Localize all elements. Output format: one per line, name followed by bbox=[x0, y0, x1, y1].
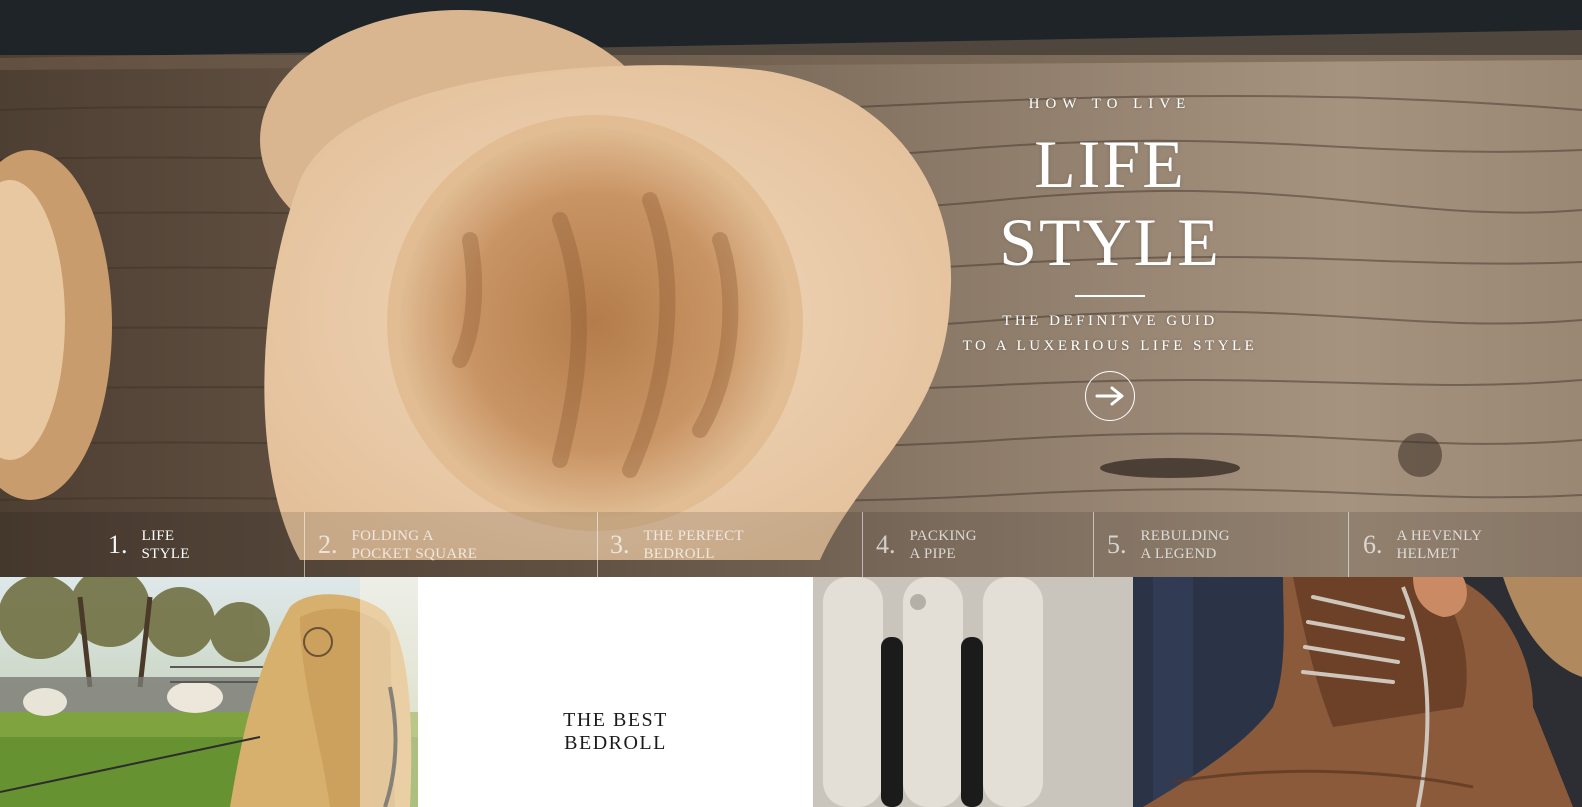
hero-title-line-1: LIFE bbox=[1034, 126, 1186, 202]
hero-title-line-2: STYLE bbox=[999, 204, 1221, 280]
chapter-label-line-2: POCKET SQUARE bbox=[351, 545, 478, 562]
chapter-number: 5. bbox=[1107, 529, 1127, 559]
chapter-item-pipe[interactable]: 4. PACKING A PIPE bbox=[876, 512, 977, 577]
arrow-right-icon bbox=[1095, 386, 1124, 406]
hero-subtitle-line-1: THE DEFINITVE GUID bbox=[1002, 313, 1218, 329]
chapter-item-pocket-square[interactable]: 2. FOLDING A POCKET SQUARE bbox=[318, 512, 477, 577]
chapter-label-line-1: PACKING bbox=[909, 527, 977, 544]
chapter-label-line-2: BEDROLL bbox=[643, 545, 715, 562]
best-bedroll-heading-line-1: THE BEST bbox=[563, 709, 668, 731]
chapter-label: FOLDING A POCKET SQUARE bbox=[352, 527, 478, 563]
hero-next-button[interactable] bbox=[1085, 371, 1135, 421]
chapter-number: 6. bbox=[1363, 529, 1383, 559]
chapter-label-line-1: LIFE bbox=[141, 527, 175, 544]
chapter-label: A HEVENLY HELMET bbox=[1397, 527, 1483, 563]
best-bedroll-tile[interactable]: THE BEST BEDROLL bbox=[418, 577, 813, 807]
hero-title: LIFE STYLE bbox=[930, 125, 1290, 281]
hero-background-image bbox=[0, 0, 1582, 577]
chapter-divider bbox=[304, 512, 305, 577]
chapter-divider bbox=[1093, 512, 1094, 577]
hero-banner: HOW TO LIVE LIFE STYLE THE DEFINITVE GUI… bbox=[0, 0, 1582, 577]
chapter-label-line-2: HELMET bbox=[1396, 545, 1460, 562]
chapter-label-line-2: STYLE bbox=[141, 545, 190, 562]
chapter-divider bbox=[862, 512, 863, 577]
hero-subtitle: THE DEFINITVE GUID TO A LUXERIOUS LIFE S… bbox=[930, 309, 1290, 359]
chapter-number: 1. bbox=[108, 529, 128, 559]
chapter-divider bbox=[597, 512, 598, 577]
boots-photo-tile[interactable] bbox=[813, 577, 1582, 807]
chapter-number: 3. bbox=[610, 529, 630, 559]
hero-subtitle-line-2: TO A LUXERIOUS LIFE STYLE bbox=[962, 338, 1258, 354]
chapter-item-bedroll[interactable]: 3. THE PERFECT BEDROLL bbox=[610, 512, 744, 577]
chapter-label-line-1: REBULDING bbox=[1140, 527, 1230, 544]
chapter-number: 4. bbox=[876, 529, 896, 559]
chapter-label-line-1: A HEVENLY bbox=[1396, 527, 1483, 544]
chapter-nav: 1. LIFE STYLE 2. FOLDING A POCKET SQUARE… bbox=[0, 512, 1582, 577]
hero-kicker: HOW TO LIVE bbox=[1028, 96, 1192, 112]
chapter-label-line-2: A LEGEND bbox=[1140, 545, 1217, 562]
chapter-item-helmet[interactable]: 6. A HEVENLY HELMET bbox=[1363, 512, 1482, 577]
bedroll-field-image bbox=[0, 577, 418, 807]
chapter-item-life-style[interactable]: 1. LIFE STYLE bbox=[108, 512, 190, 577]
best-bedroll-heading: THE BEST BEDROLL bbox=[563, 709, 668, 755]
chapter-divider bbox=[1348, 512, 1349, 577]
chapter-label-line-1: THE PERFECT bbox=[643, 527, 744, 544]
hero-headline-block: HOW TO LIVE LIFE STYLE THE DEFINITVE GUI… bbox=[930, 90, 1290, 421]
title-divider bbox=[1075, 295, 1145, 297]
chapter-number: 2. bbox=[318, 529, 338, 559]
chapter-label-line-1: FOLDING A bbox=[351, 527, 434, 544]
chapter-label: LIFE STYLE bbox=[142, 527, 190, 563]
bedroll-photo-tile[interactable] bbox=[0, 577, 418, 807]
chapter-label: PACKING A PIPE bbox=[910, 527, 977, 563]
chapter-label: REBULDING A LEGEND bbox=[1141, 527, 1230, 563]
chapter-label-line-2: A PIPE bbox=[909, 545, 956, 562]
boots-radiator-image bbox=[813, 577, 1582, 807]
best-bedroll-heading-line-2: BEDROLL bbox=[564, 732, 667, 754]
chapter-item-legend[interactable]: 5. REBULDING A LEGEND bbox=[1107, 512, 1230, 577]
chapter-label: THE PERFECT BEDROLL bbox=[644, 527, 744, 563]
